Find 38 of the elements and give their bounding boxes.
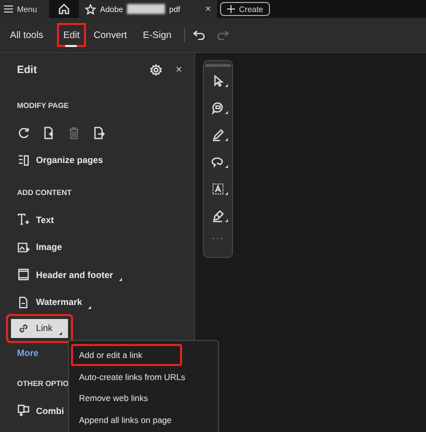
undo-icon[interactable] bbox=[193, 30, 206, 40]
toolbar-tab[interactable]: Convert bbox=[88, 18, 132, 52]
document-icon bbox=[17, 296, 30, 309]
menu-item[interactable]: Add or edit a link bbox=[71, 344, 182, 366]
lasso-icon[interactable] bbox=[211, 154, 225, 168]
home-icon[interactable] bbox=[58, 3, 70, 15]
settings-icon[interactable] bbox=[150, 64, 162, 76]
tool-button[interactable]: Link bbox=[6, 314, 73, 342]
pen-icon[interactable] bbox=[211, 128, 225, 142]
tool-button[interactable]: Organize pages bbox=[6, 146, 114, 175]
combine-icon bbox=[17, 404, 30, 418]
tool-button[interactable]: Image bbox=[6, 232, 74, 262]
panel-title: Edit bbox=[17, 64, 38, 76]
organize-pages-icon bbox=[17, 154, 30, 167]
more-link[interactable]: More bbox=[17, 348, 39, 358]
toolbar-tab[interactable]: E-Sign bbox=[138, 18, 176, 52]
plus-icon bbox=[227, 5, 236, 13]
menu-icon bbox=[4, 5, 13, 13]
more-tools-button[interactable]: ··· bbox=[212, 233, 224, 243]
text-add-icon bbox=[17, 213, 30, 226]
insert-page-icon[interactable] bbox=[42, 126, 56, 140]
text-box-icon[interactable] bbox=[211, 182, 225, 196]
document-tab[interactable]: Adobe pdf × bbox=[79, 0, 218, 18]
tab-title: pdf bbox=[169, 4, 180, 14]
tool-button[interactable]: Text bbox=[6, 205, 65, 234]
stamp-pen-icon[interactable] bbox=[211, 208, 225, 222]
header-footer-icon bbox=[17, 268, 30, 282]
image-add-icon bbox=[17, 240, 30, 254]
toolbar-tab[interactable]: All tools bbox=[5, 18, 48, 52]
create-button[interactable]: Create bbox=[220, 2, 270, 16]
star-icon[interactable] bbox=[85, 4, 96, 14]
toolbar-tab[interactable]: Edit bbox=[52, 18, 91, 52]
export-page-icon[interactable] bbox=[92, 126, 106, 140]
link-icon bbox=[17, 322, 30, 334]
tool-button[interactable]: Header and footer bbox=[6, 260, 134, 290]
tab-title: Adobe bbox=[100, 4, 124, 14]
comment-icon[interactable] bbox=[211, 100, 225, 114]
rotate-icon[interactable] bbox=[17, 126, 31, 140]
